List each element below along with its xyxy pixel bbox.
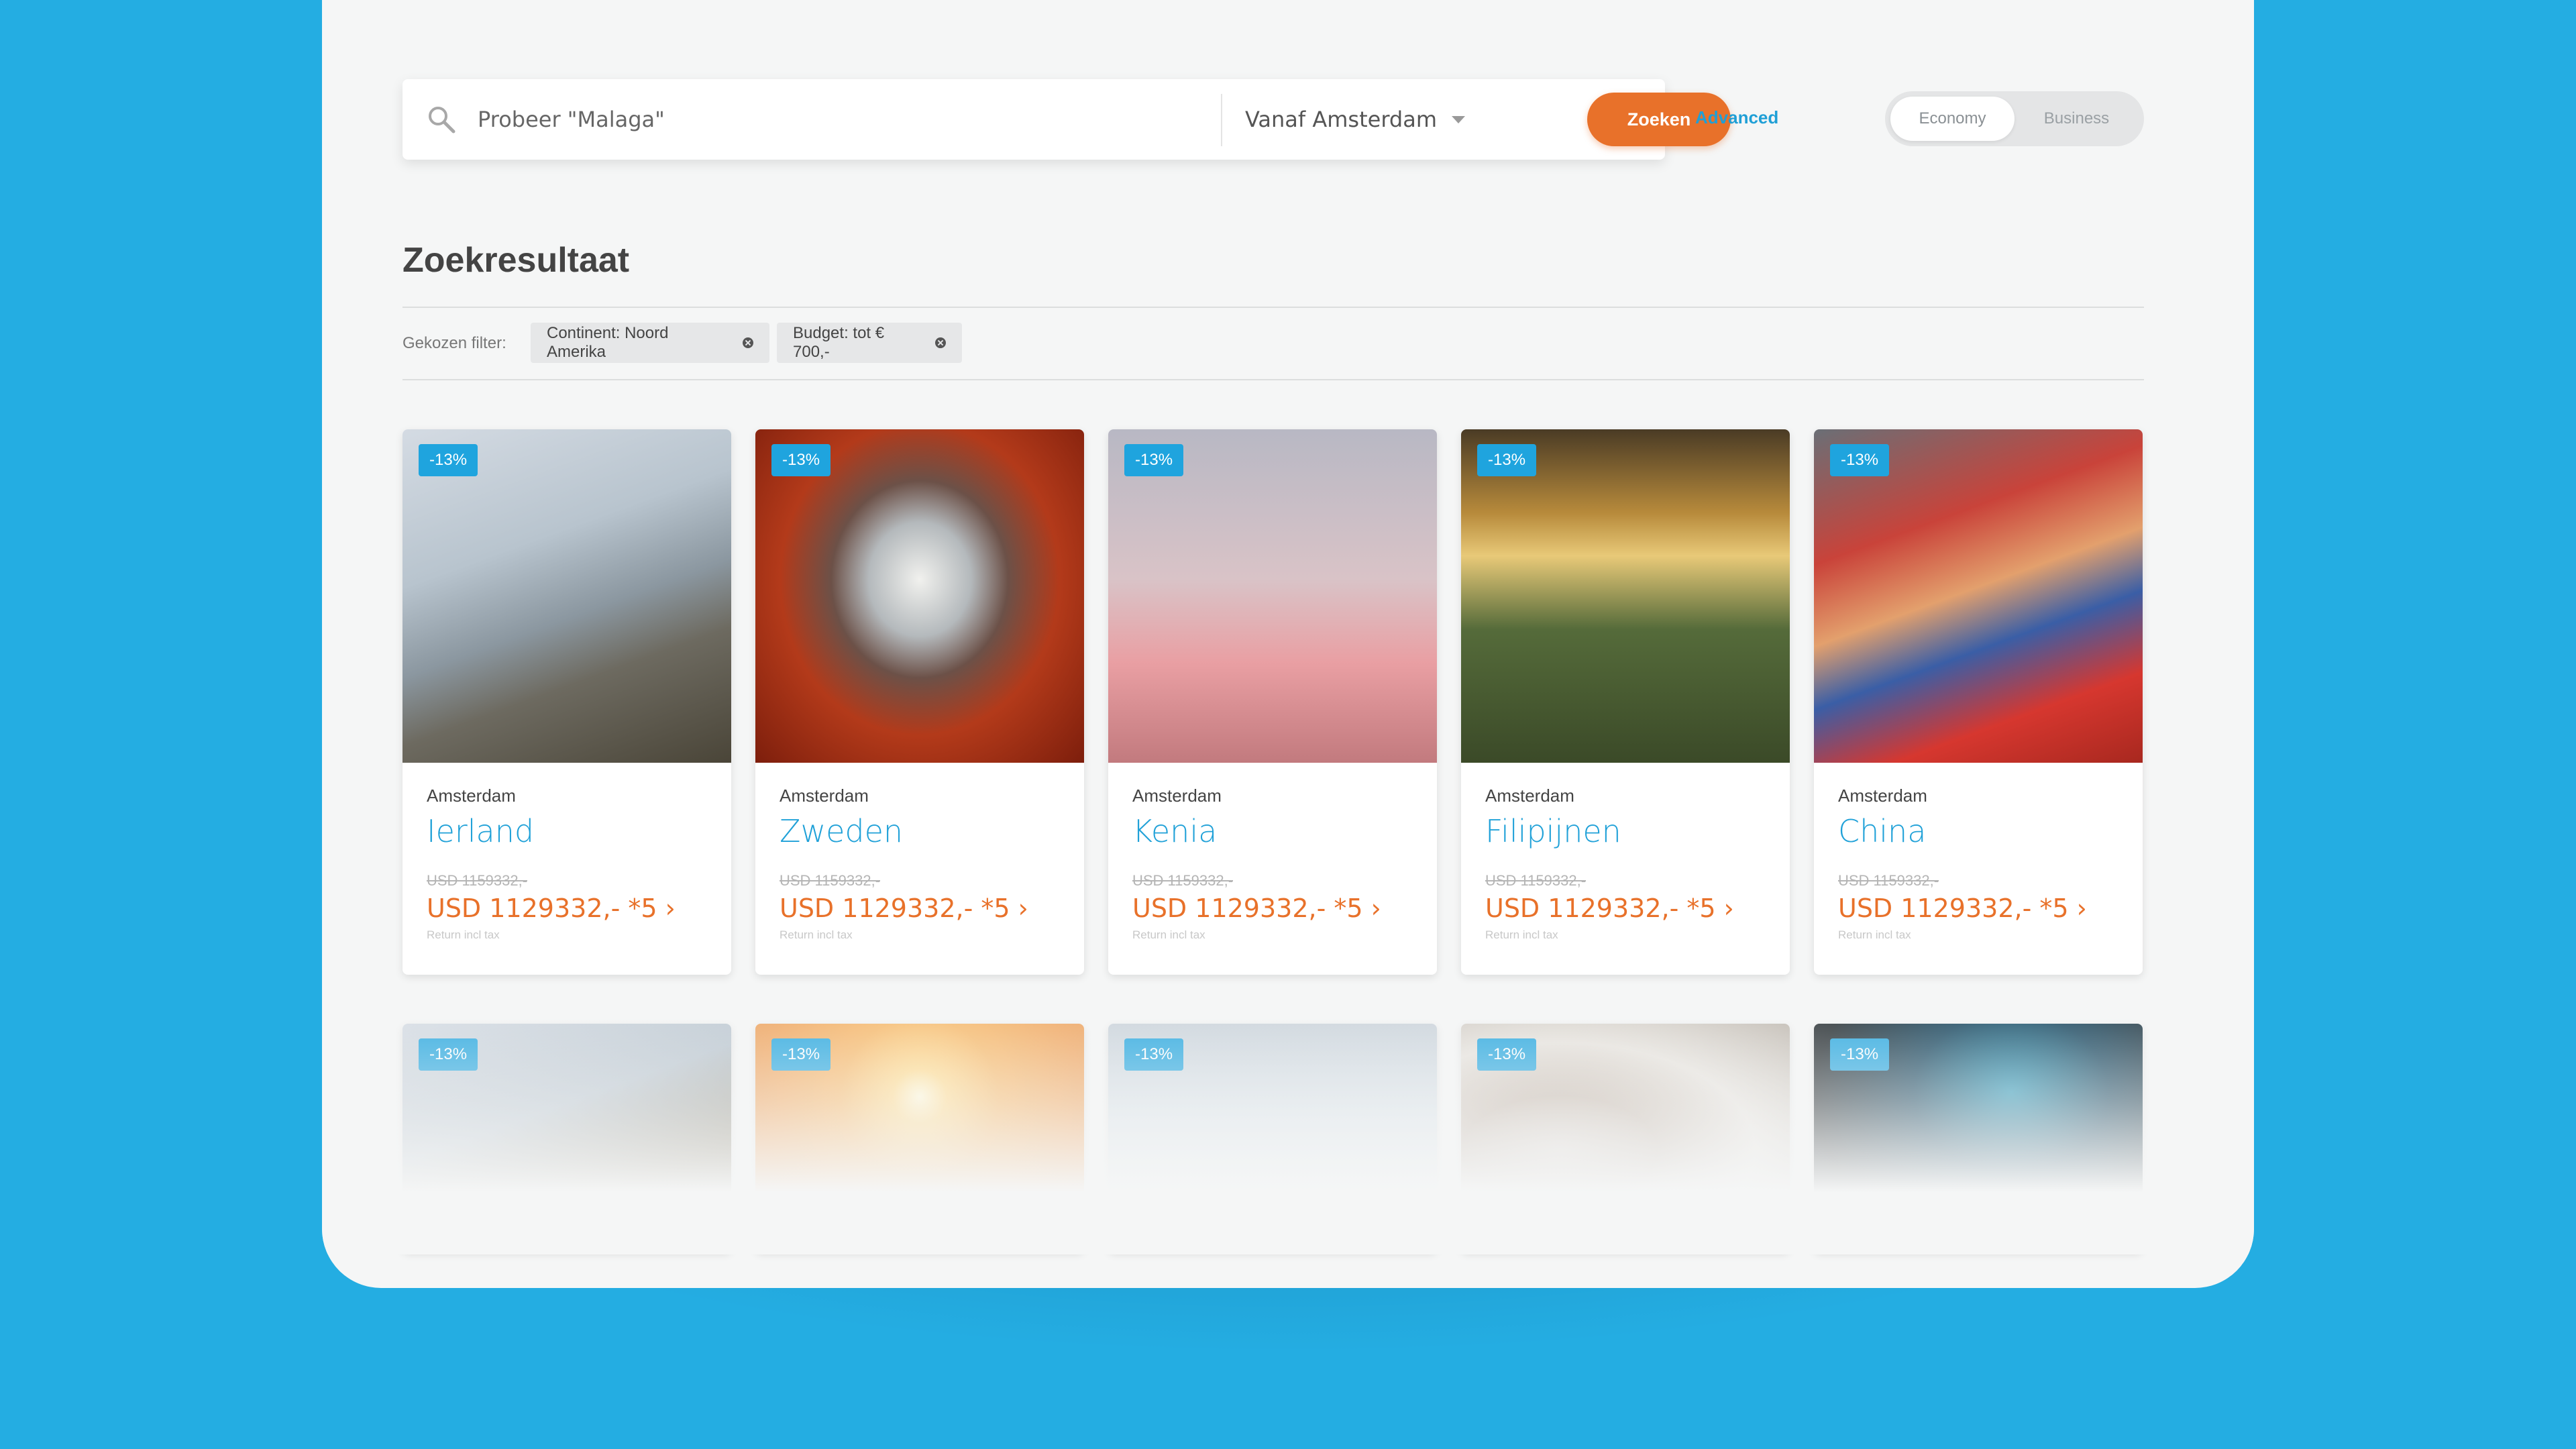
discount-badge: -13% xyxy=(1124,1038,1184,1071)
price-link[interactable]: USD 1129332,- *5 › xyxy=(780,894,1060,923)
departure-select[interactable]: Vanaf Amsterdam xyxy=(1245,93,1473,146)
old-price: USD 1159332,- xyxy=(1838,872,1939,889)
close-icon[interactable] xyxy=(743,337,753,348)
discount-badge: -13% xyxy=(419,1038,478,1071)
price-note: Return incl tax xyxy=(1132,928,1205,941)
destination-image: -13% xyxy=(755,429,1084,763)
destination-image: -13% xyxy=(1461,1024,1790,1252)
price-note: Return incl tax xyxy=(1485,928,1558,941)
destination-image: -13% xyxy=(1461,429,1790,763)
destination-card[interactable]: -13% xyxy=(1814,1024,2143,1252)
price-link[interactable]: USD 1129332,- *5 › xyxy=(427,894,707,923)
origin-city: Amsterdam xyxy=(1485,786,1574,806)
chevron-down-icon xyxy=(1452,115,1465,123)
destination-card[interactable]: -13% xyxy=(1461,1024,1790,1252)
toggle-economy[interactable]: Economy xyxy=(1890,97,2015,141)
destination-image: -13% xyxy=(1814,429,2143,763)
destination-name: China xyxy=(1838,813,1927,849)
destination-card[interactable]: -13% Amsterdam Zweden USD 1159332,- USD … xyxy=(755,429,1084,975)
destination-image: -13% xyxy=(1108,429,1437,763)
discount-badge: -13% xyxy=(419,444,478,476)
origin-city: Amsterdam xyxy=(1132,786,1222,806)
price-link[interactable]: USD 1129332,- *5 › xyxy=(1485,894,1766,923)
destination-image: -13% xyxy=(402,1024,731,1252)
search-divider xyxy=(1221,94,1222,146)
destination-name: Zweden xyxy=(780,813,904,849)
travel-class-toggle: Economy Business xyxy=(1885,91,2144,146)
discount-badge: -13% xyxy=(1830,444,1890,476)
old-price: USD 1159332,- xyxy=(780,872,881,889)
divider xyxy=(402,379,2144,380)
price-note: Return incl tax xyxy=(427,928,500,941)
main-panel: Vanaf Amsterdam Zoeken Advanced Economy … xyxy=(322,0,2254,1288)
search-input[interactable] xyxy=(478,93,1216,146)
price-note: Return incl tax xyxy=(1838,928,1911,941)
destination-image: -13% xyxy=(1814,1024,2143,1252)
destination-card[interactable]: -13% Amsterdam Kenia USD 1159332,- USD 1… xyxy=(1108,429,1437,975)
origin-city: Amsterdam xyxy=(1838,786,1927,806)
filter-chip-budget[interactable]: Budget: tot € 700,- xyxy=(777,323,962,363)
filter-chip-continent[interactable]: Continent: Noord Amerika xyxy=(531,323,769,363)
destination-name: Filipijnen xyxy=(1485,813,1621,849)
discount-badge: -13% xyxy=(771,444,831,476)
destination-card[interactable]: -13% Amsterdam China USD 1159332,- USD 1… xyxy=(1814,429,2143,975)
discount-badge: -13% xyxy=(771,1038,831,1071)
origin-city: Amsterdam xyxy=(427,786,516,806)
filter-chip-label: Continent: Noord Amerika xyxy=(547,324,669,361)
search-bar: Vanaf Amsterdam Zoeken xyxy=(402,79,1731,160)
destination-card[interactable]: -13% Amsterdam Filipijnen USD 1159332,- … xyxy=(1461,429,1790,975)
close-icon[interactable] xyxy=(935,337,946,348)
destination-image: -13% xyxy=(755,1024,1084,1252)
destination-name: Ierland xyxy=(427,813,535,849)
destination-card[interactable]: -13% xyxy=(1108,1024,1437,1252)
filter-chip-label: Budget: tot € 700,- xyxy=(793,324,885,361)
destination-name: Kenia xyxy=(1132,813,1218,849)
departure-label: Vanaf Amsterdam xyxy=(1245,107,1437,132)
discount-badge: -13% xyxy=(1477,444,1537,476)
discount-badge: -13% xyxy=(1124,444,1184,476)
price-note: Return incl tax xyxy=(780,928,853,941)
old-price: USD 1159332,- xyxy=(427,872,528,889)
price-link[interactable]: USD 1129332,- *5 › xyxy=(1838,894,2118,923)
filter-label: Gekozen filter: xyxy=(402,334,506,352)
destination-card[interactable]: -13% xyxy=(402,1024,731,1252)
destination-card[interactable]: -13% xyxy=(755,1024,1084,1252)
destination-card[interactable]: -13% Amsterdam Ierland USD 1159332,- USD… xyxy=(402,429,731,975)
old-price: USD 1159332,- xyxy=(1485,872,1587,889)
old-price: USD 1159332,- xyxy=(1132,872,1234,889)
toggle-business[interactable]: Business xyxy=(2015,97,2139,141)
search-icon xyxy=(427,105,456,134)
page-title: Zoekresultaat xyxy=(402,241,630,280)
price-link[interactable]: USD 1129332,- *5 › xyxy=(1132,894,1413,923)
divider xyxy=(402,307,2144,308)
discount-badge: -13% xyxy=(1830,1038,1890,1071)
advanced-search-link[interactable]: Advanced xyxy=(1695,107,1778,128)
discount-badge: -13% xyxy=(1477,1038,1537,1071)
origin-city: Amsterdam xyxy=(780,786,869,806)
destination-image: -13% xyxy=(1108,1024,1437,1252)
destination-image: -13% xyxy=(402,429,731,763)
